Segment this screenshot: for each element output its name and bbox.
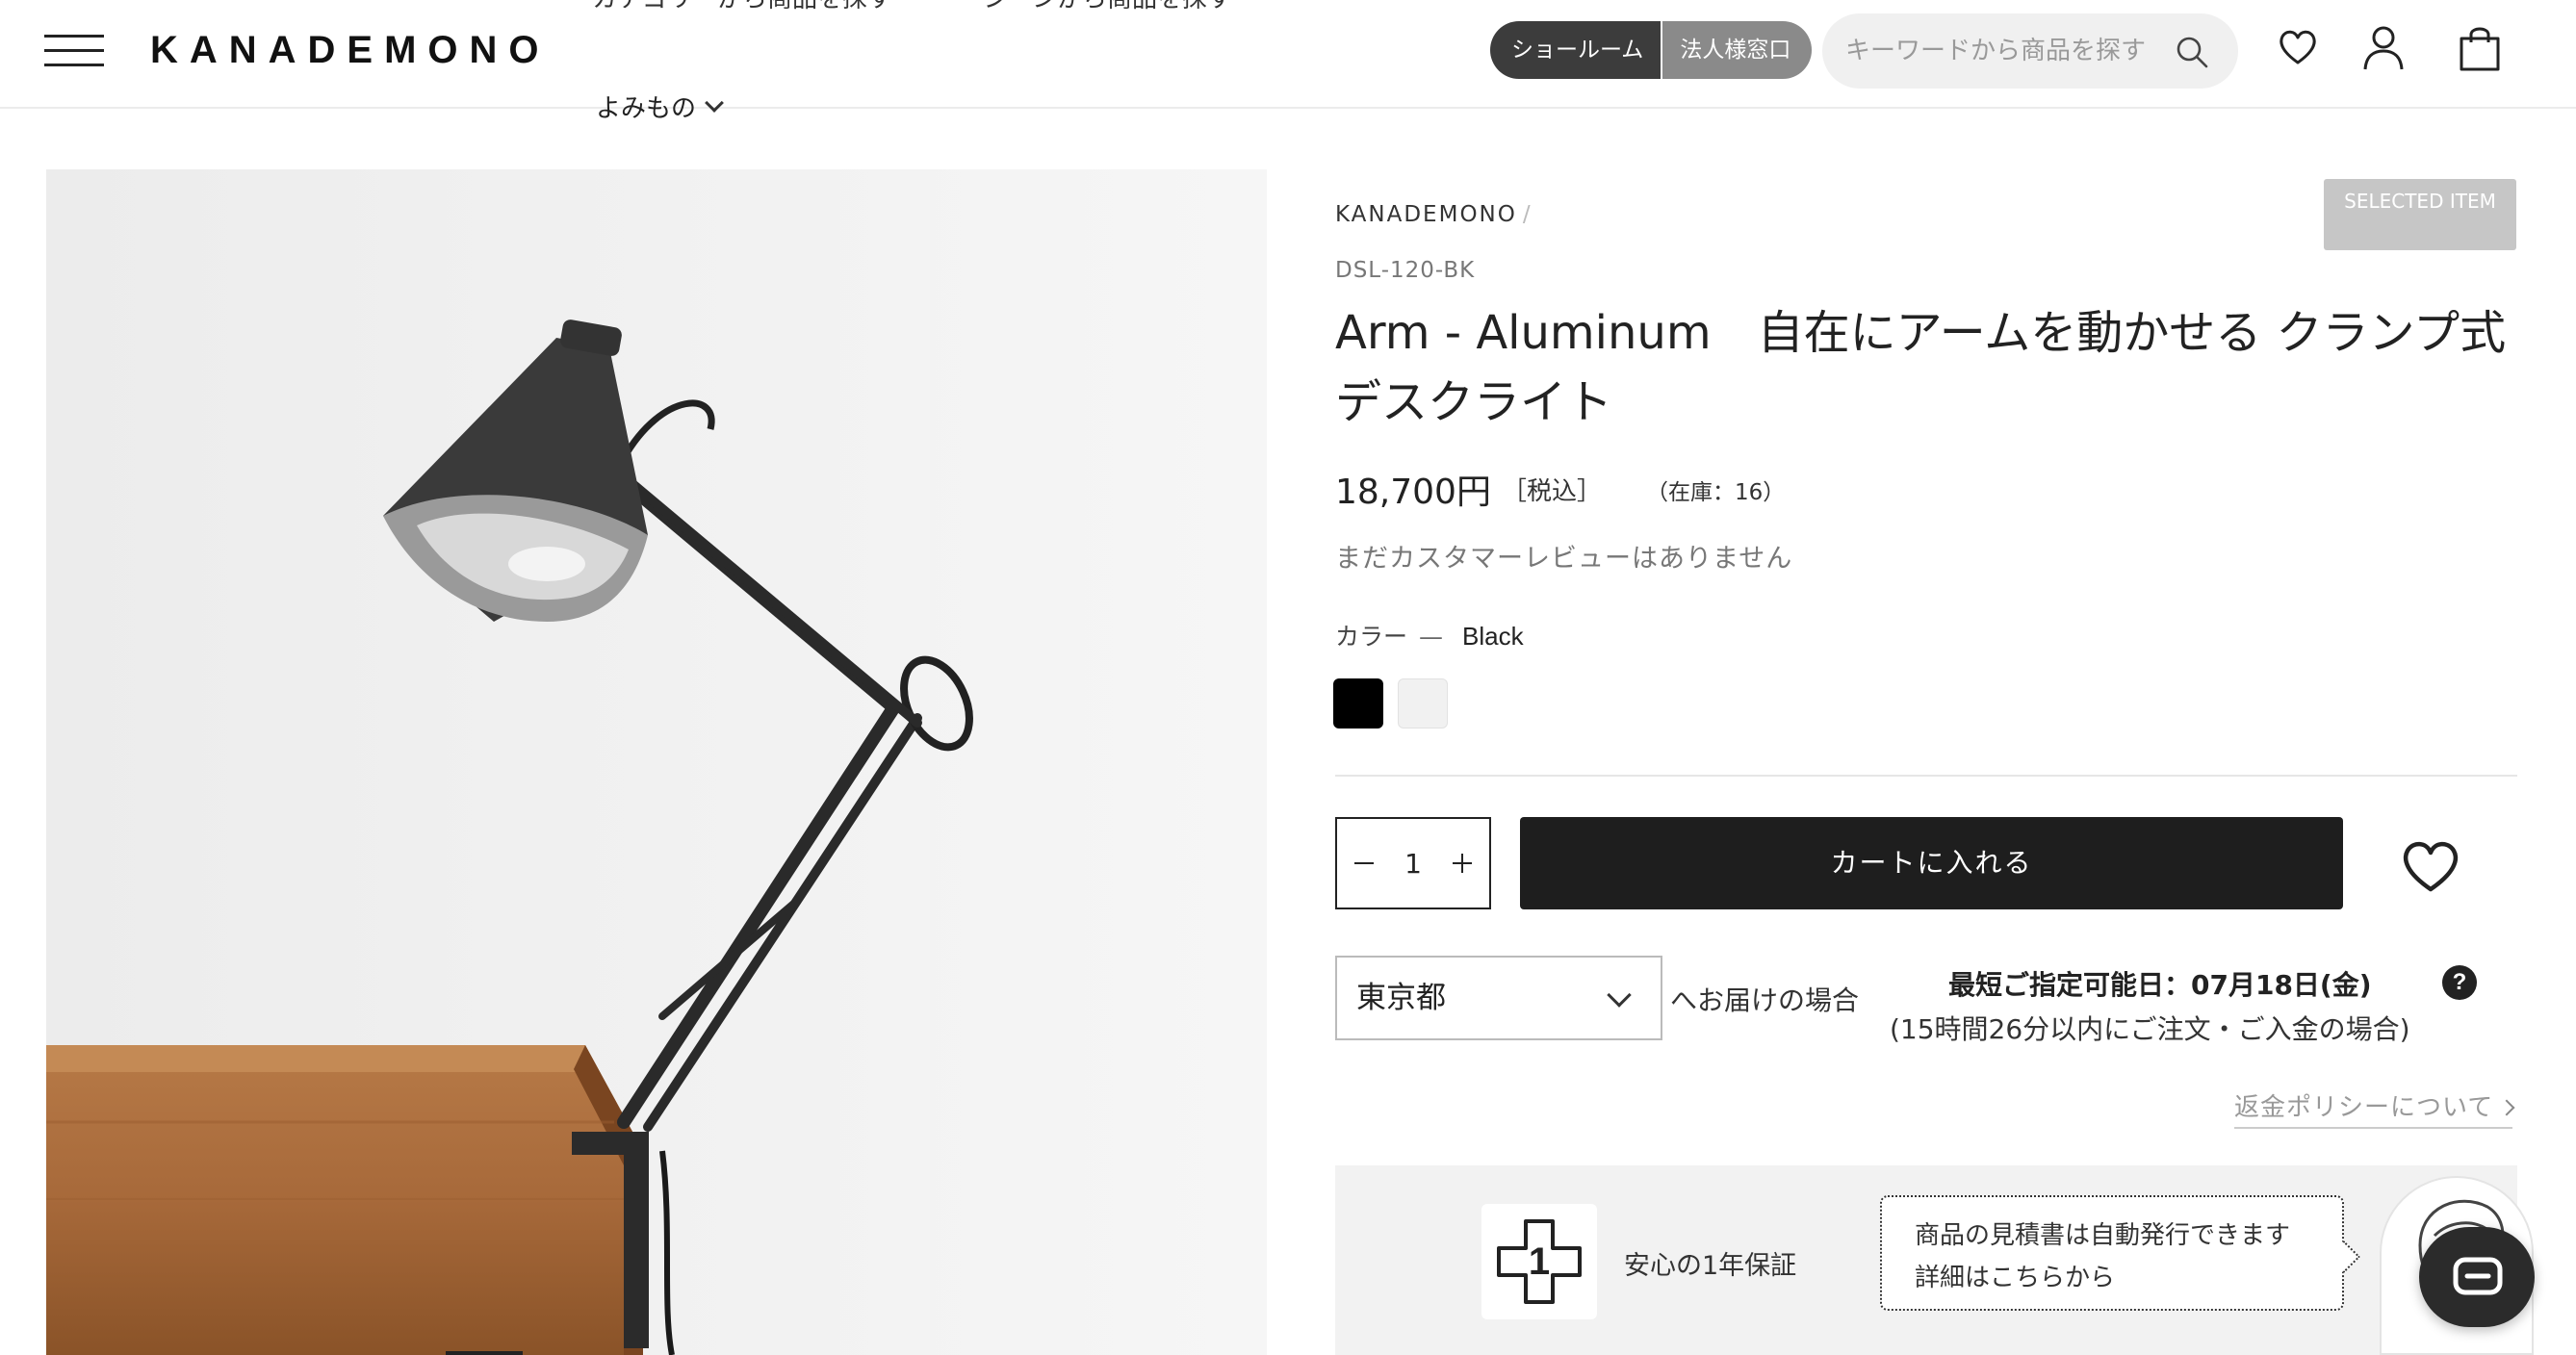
color-value: Black (1462, 622, 1524, 651)
site-logo[interactable]: KANADEMONO (150, 29, 551, 71)
search-input[interactable] (1845, 13, 2163, 89)
partial-nav: カテゴリーから商品を探す シーンから商品を探す (592, 0, 1315, 14)
product-sku: DSL-120-BK (1335, 258, 1476, 283)
header-segment: ショールーム 法人様窓口 (1490, 21, 1813, 79)
quote-line-2: 詳細はこちらから (1915, 1264, 2116, 1292)
favorite-heart-icon[interactable] (2401, 839, 2460, 897)
prefecture-select[interactable]: 東京都 (1335, 956, 1662, 1040)
refund-policy-label: 返金ポリシーについて (2234, 1093, 2494, 1122)
product-title: Arm - Aluminum 自在にアームを動かせる クランプ式デスクライト (1335, 306, 2507, 429)
add-to-cart-button[interactable]: カートに入れる (1520, 817, 2343, 909)
brand-link[interactable]: KANADEMONO (1335, 202, 1517, 227)
stock-count: （在庫：16） (1646, 480, 1786, 505)
desk-lamp-illustration (46, 169, 1267, 1355)
account-icon[interactable] (2362, 25, 2405, 75)
product-price: 18,700円 (1335, 473, 1491, 512)
search-icon[interactable] (2175, 35, 2209, 73)
order-deadline: (15時間26分以内にご注文・ご入金の場合) (1890, 1013, 2410, 1045)
warranty-icon: 1 (1481, 1204, 1597, 1319)
chevron-right-icon (2498, 1099, 2515, 1116)
color-label: カラー (1335, 623, 1408, 651)
warranty-number: 1 (1529, 1240, 1550, 1283)
site-header: KANADEMONO カテゴリーから商品を探す シーンから商品を探す よみもの … (0, 0, 2576, 123)
quantity-increase-button[interactable] (1449, 850, 1476, 877)
product-image[interactable] (46, 169, 1267, 1355)
warranty-text: 安心の1年保証 (1624, 1251, 1797, 1281)
brand-breadcrumb: KANADEMONO / (1335, 202, 1533, 227)
quote-line-1: 商品の見積書は自動発行できます (1915, 1221, 2291, 1250)
quote-tooltip[interactable]: 商品の見積書は自動発行できます 詳細はこちらから (1880, 1195, 2344, 1311)
color-swatch-white[interactable] (1398, 678, 1448, 729)
color-swatch-black[interactable] (1333, 678, 1383, 729)
nav-yomimono[interactable]: よみもの (596, 89, 724, 124)
cart-icon[interactable] (2459, 25, 2501, 75)
quantity-decrease-button[interactable] (1351, 850, 1378, 877)
search-box (1822, 13, 2238, 89)
soonest-delivery-date: 最短ご指定可能日：07月18日(金) (1948, 969, 2372, 1001)
tax-label: ［税込］ (1502, 477, 1603, 506)
nav-category[interactable]: カテゴリーから商品を探す (592, 0, 892, 13)
chat-button[interactable] (2419, 1227, 2535, 1327)
color-dash: — (1419, 623, 1444, 651)
breadcrumb-separator: / (1522, 202, 1533, 227)
quantity-value[interactable]: 1 (1404, 848, 1422, 880)
prefecture-value: 東京都 (1356, 981, 1446, 1015)
nav-scene[interactable]: シーンから商品を探す (983, 0, 1232, 13)
chevron-down-icon (705, 92, 724, 113)
showroom-button[interactable]: ショールーム (1490, 21, 1662, 79)
nav-yomimono-label: よみもの (596, 94, 697, 123)
favorites-heart-icon[interactable] (2278, 29, 2318, 69)
color-selector-label: カラー — Black (1335, 618, 1524, 652)
chevron-down-icon (1607, 983, 1632, 1008)
quantity-stepper: 1 (1335, 817, 1491, 909)
corporate-button[interactable]: 法人様窓口 (1661, 21, 1813, 79)
review-status: まだカスタマーレビューはありません (1335, 544, 1793, 574)
help-icon[interactable]: ? (2442, 965, 2477, 1000)
divider (1335, 775, 2517, 777)
refund-policy-link[interactable]: 返金ポリシーについて (2234, 1087, 2515, 1129)
menu-icon[interactable] (44, 33, 104, 67)
chat-icon (2453, 1257, 2503, 1295)
delivery-suffix: へお届けの場合 (1670, 984, 1860, 1016)
selected-item-badge: SELECTED ITEM (2324, 179, 2516, 250)
